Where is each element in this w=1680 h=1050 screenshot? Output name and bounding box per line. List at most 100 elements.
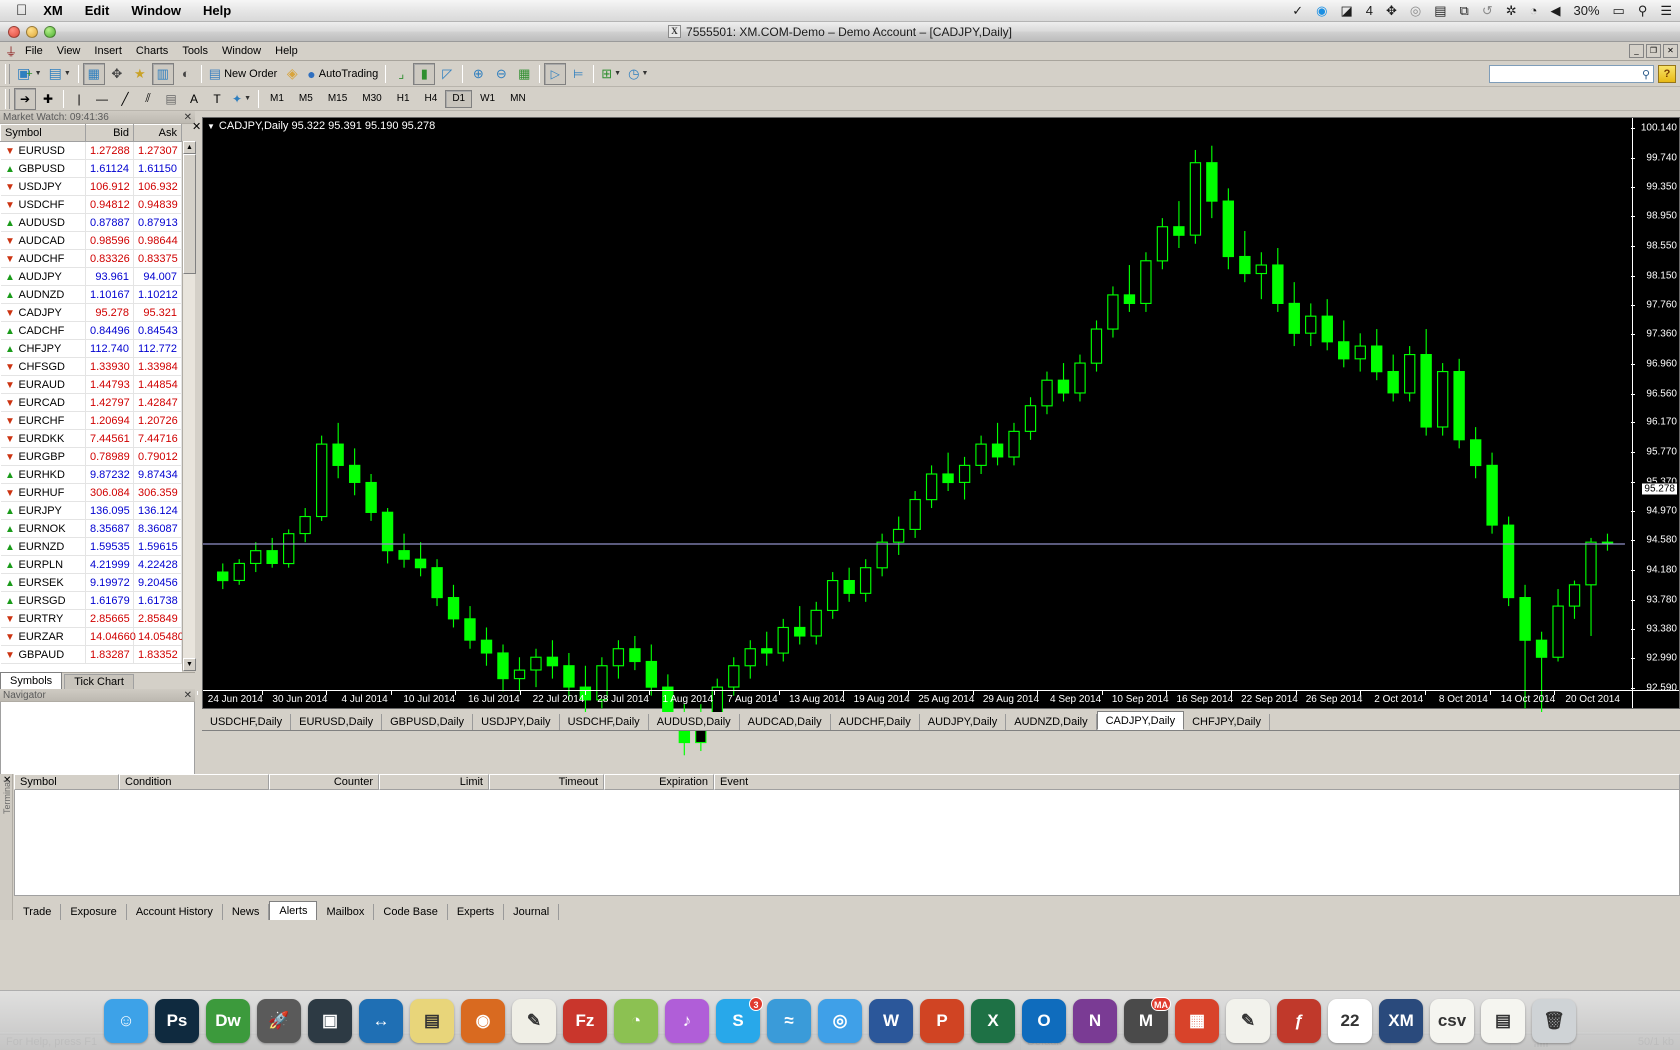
dock-item-xm-app[interactable]: XM — [1379, 998, 1423, 1043]
period-m30[interactable]: M30 — [355, 90, 388, 108]
dock-item-finder[interactable]: ☺ — [104, 998, 148, 1043]
text-tool[interactable]: A — [183, 88, 205, 110]
period-w1[interactable]: W1 — [473, 90, 502, 108]
chart-tab[interactable]: EURUSD,Daily — [291, 714, 383, 730]
dock-item-trash[interactable]: 🗑 — [1532, 998, 1576, 1043]
period-d1[interactable]: D1 — [445, 89, 473, 108]
dock-item-powerpoint[interactable]: P — [920, 998, 964, 1043]
mac-menu-item-xm[interactable]: XM — [43, 3, 63, 18]
shield-check-icon[interactable]: ✓ — [1292, 4, 1303, 17]
chart-tab[interactable]: AUDNZD,Daily — [1006, 714, 1097, 730]
market-watch-row[interactable]: ▼ USDCHF 0.94812 0.94839 — [0, 195, 182, 214]
arrows-tool[interactable]: ✦ ▼ — [229, 88, 254, 110]
menu-item-window[interactable]: Window — [215, 43, 268, 59]
term-column-limit[interactable]: Limit — [379, 774, 489, 790]
dock-item-launchpad[interactable]: 🚀 — [257, 998, 301, 1043]
terminal-button[interactable]: ▥ — [151, 62, 174, 85]
terminal-tab[interactable]: Code Base — [374, 904, 448, 920]
price-axis[interactable]: 100.140 99.740 99.350 98.950 98.550 98.150 97.… — [1631, 118, 1679, 708]
dock-item-outlook[interactable]: O — [1022, 998, 1066, 1043]
horizontal-line-tool[interactable]: — — [91, 88, 113, 110]
metaeditor-button[interactable]: ◈ — [281, 63, 303, 85]
chart-tab[interactable]: CADJPY,Daily — [1096, 711, 1185, 730]
profiles-button[interactable]: ▤ ▼ — [46, 63, 74, 85]
chart-tab[interactable]: CHFJPY,Daily — [1184, 714, 1270, 730]
column-bid[interactable]: Bid — [85, 124, 134, 142]
terminal-tab[interactable]: Account History — [127, 904, 223, 920]
period-mn[interactable]: MN — [503, 90, 533, 108]
market-watch-row[interactable]: ▼ EURZAR 14.04660 14.05480 — [0, 627, 182, 646]
scroll-thumb[interactable] — [183, 154, 196, 274]
dock-item-android[interactable]: ◔ — [614, 998, 658, 1043]
chart-tab[interactable]: AUDCHF,Daily — [830, 714, 920, 730]
fibonacci-retracement-tool[interactable]: ▤ — [160, 88, 182, 110]
dock-item-mamp[interactable]: M MA — [1124, 996, 1171, 1043]
bluetooth-icon[interactable]: ✲ — [1506, 4, 1517, 17]
dock-item-notes[interactable]: ✎ — [512, 998, 556, 1043]
market-watch-row[interactable]: ▲ EURSEK 9.19972 9.20456 — [0, 573, 182, 592]
chart-tab[interactable]: USDJPY,Daily — [473, 714, 560, 730]
market-watch-row[interactable]: ▲ EURSGD 1.61679 1.61738 — [0, 591, 182, 610]
menu-item-tools[interactable]: Tools — [175, 43, 215, 59]
dock-item-spreadsheet-doc[interactable]: ▤ — [1481, 998, 1525, 1043]
market-watch-row[interactable]: ▼ EURHUF 306.084 306.359 — [0, 483, 182, 502]
navigator-button[interactable]: ★ — [129, 63, 151, 85]
linebar-grip[interactable] — [5, 88, 10, 109]
text-label-tool[interactable]: T — [206, 88, 228, 110]
new-order-button[interactable]: ▤ New Order — [206, 63, 280, 85]
period-h4[interactable]: H4 — [418, 90, 445, 108]
chart-menu-icon[interactable]: ▼ — [207, 122, 215, 131]
keyboard-icon[interactable]: ▤ — [1434, 4, 1446, 17]
trendline-tool[interactable]: ╱ — [114, 88, 136, 110]
mac-menu-item-window[interactable]: Window — [131, 3, 181, 18]
chart-tab[interactable]: AUDCAD,Daily — [739, 714, 831, 730]
terminal-tab[interactable]: Experts — [448, 904, 505, 920]
periods-button[interactable]: ◷ ▼ — [625, 63, 651, 85]
market-watch-row[interactable]: ▼ EURTRY 2.85665 2.85849 — [0, 609, 182, 628]
strategy-tester-button[interactable]: ◐ — [175, 63, 197, 85]
dock-item-charts-app[interactable]: ▦ — [1175, 998, 1219, 1043]
period-m15[interactable]: M15 — [321, 90, 354, 108]
mac-menu-item-help[interactable]: Help — [203, 3, 231, 18]
cursor-tool[interactable]: ➔ — [14, 87, 36, 110]
menu-item-view[interactable]: View — [50, 43, 88, 59]
market-watch-row[interactable]: ▼ EURUSD 1.27288 1.27307 — [0, 141, 182, 160]
chart-tab[interactable]: GBPUSD,Daily — [382, 714, 474, 730]
market-watch-row[interactable]: ▼ GBPAUD 1.83287 1.83352 — [0, 645, 182, 664]
market-watch-row[interactable]: ▼ CADJPY 95.278 95.321 — [0, 303, 182, 322]
toolbar-grip[interactable] — [5, 63, 10, 84]
mdi-minimize-button[interactable]: _ — [1629, 44, 1644, 58]
chart-close-icon[interactable]: ✕ — [192, 120, 201, 133]
market-watch-row[interactable]: ▲ EURNZD 1.59535 1.59615 — [0, 537, 182, 556]
mdi-restore-button[interactable]: ❐ — [1646, 44, 1661, 58]
navigator-close-icon[interactable]: ✕ — [184, 689, 192, 702]
zoom-in-button[interactable]: ⊕ — [467, 63, 489, 85]
dock-item-photoshop[interactable]: Ps — [155, 998, 199, 1043]
dock-item-transmission[interactable]: ≈ — [767, 998, 811, 1043]
date-axis[interactable]: 24 Jun 2014 30 Jun 2014 4 Jul 2014 10 Jul 2… — [196, 690, 1679, 708]
market-watch-button[interactable]: ▦ — [82, 62, 105, 85]
market-watch-row[interactable]: ▼ AUDCHF 0.83326 0.83375 — [0, 249, 182, 268]
market-watch-row[interactable]: ▲ EURHKD 9.87232 9.87434 — [0, 465, 182, 484]
time-machine-icon[interactable]: ↺ — [1482, 4, 1493, 17]
dock-item-textedit[interactable]: ✎ — [1226, 998, 1270, 1043]
chart-tab[interactable]: AUDUSD,Daily — [648, 714, 740, 730]
dock-item-excel[interactable]: X — [971, 998, 1015, 1043]
term-column-condition[interactable]: Condition — [119, 774, 269, 790]
market-watch-scrollbar[interactable]: ▲ ▼ — [182, 141, 196, 671]
airplay-icon[interactable]: ⧉ — [1460, 4, 1469, 17]
creative-cloud-icon[interactable]: ◎ — [1410, 4, 1421, 17]
dock-item-screenshot[interactable]: ▣ — [308, 998, 352, 1043]
scroll-down-button[interactable]: ▼ — [183, 658, 196, 671]
period-m1[interactable]: M1 — [263, 90, 291, 108]
help-button[interactable]: ? — [1658, 65, 1676, 83]
dock-item-file-doc[interactable]: csv — [1430, 998, 1474, 1043]
market-watch-row[interactable]: ▼ EURGBP 0.78989 0.79012 — [0, 447, 182, 466]
chart-shift-button[interactable]: ⊨ — [567, 63, 589, 85]
market-watch-row[interactable]: ▲ AUDNZD 1.10167 1.10212 — [0, 285, 182, 304]
market-watch-row[interactable]: ▲ GBPUSD 1.61124 1.61150 — [0, 159, 182, 178]
market-watch-row[interactable]: ▲ AUDUSD 0.87887 0.87913 — [0, 213, 182, 232]
column-symbol[interactable]: Symbol — [0, 124, 86, 142]
dock-item-firefox[interactable]: ◉ — [461, 998, 505, 1043]
vertical-line-tool[interactable]: | — [68, 88, 90, 110]
